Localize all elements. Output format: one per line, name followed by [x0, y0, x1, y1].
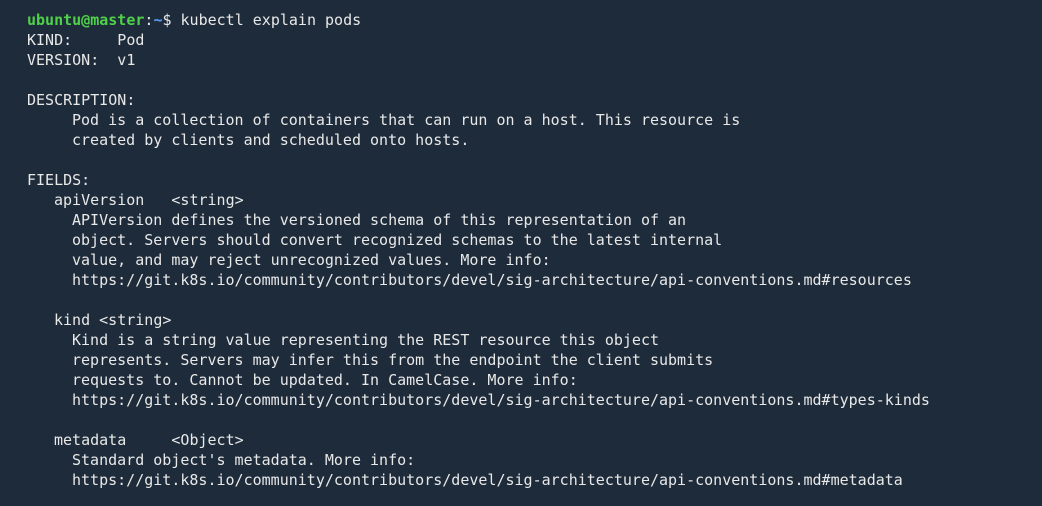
description-line: Pod is a collection of containers that c… [72, 111, 741, 129]
field-description-line: represents. Servers may infer this from … [72, 351, 714, 369]
description-line: created by clients and scheduled onto ho… [72, 131, 470, 149]
field-description-line: Kind is a string value representing the … [72, 331, 659, 349]
field-signature-metadata: metadata <Object> [54, 431, 244, 449]
fields-heading: FIELDS: [27, 171, 91, 189]
prompt-user-host: ubuntu@master [27, 11, 145, 29]
terminal-window[interactable]: ubuntu@master:~$ kubectl explain pods KI… [0, 0, 1042, 506]
prompt-symbol: $ [162, 11, 181, 29]
field-description-line: APIVersion defines the versioned schema … [72, 211, 687, 229]
field-signature-apiversion: apiVersion <string> [54, 191, 244, 209]
field-url: https://git.k8s.io/community/contributor… [72, 391, 930, 409]
field-description-line: object. Servers should convert recognize… [72, 231, 723, 249]
kind-line: KIND: Pod [27, 31, 145, 49]
version-line: VERSION: v1 [27, 51, 136, 69]
description-heading: DESCRIPTION: [27, 91, 136, 109]
field-signature-kind: kind <string> [54, 311, 172, 329]
prompt-command: kubectl explain pods [180, 11, 362, 29]
field-description-line: value, and may reject unrecognized value… [72, 251, 551, 269]
command-prompt-line: ubuntu@master:~$ kubectl explain pods [27, 10, 1042, 30]
field-url: https://git.k8s.io/community/contributor… [72, 471, 903, 489]
field-description-line: Standard object's metadata. More info: [72, 451, 416, 469]
field-description-line: requests to. Cannot be updated. In Camel… [72, 371, 578, 389]
field-url: https://git.k8s.io/community/contributor… [72, 271, 912, 289]
